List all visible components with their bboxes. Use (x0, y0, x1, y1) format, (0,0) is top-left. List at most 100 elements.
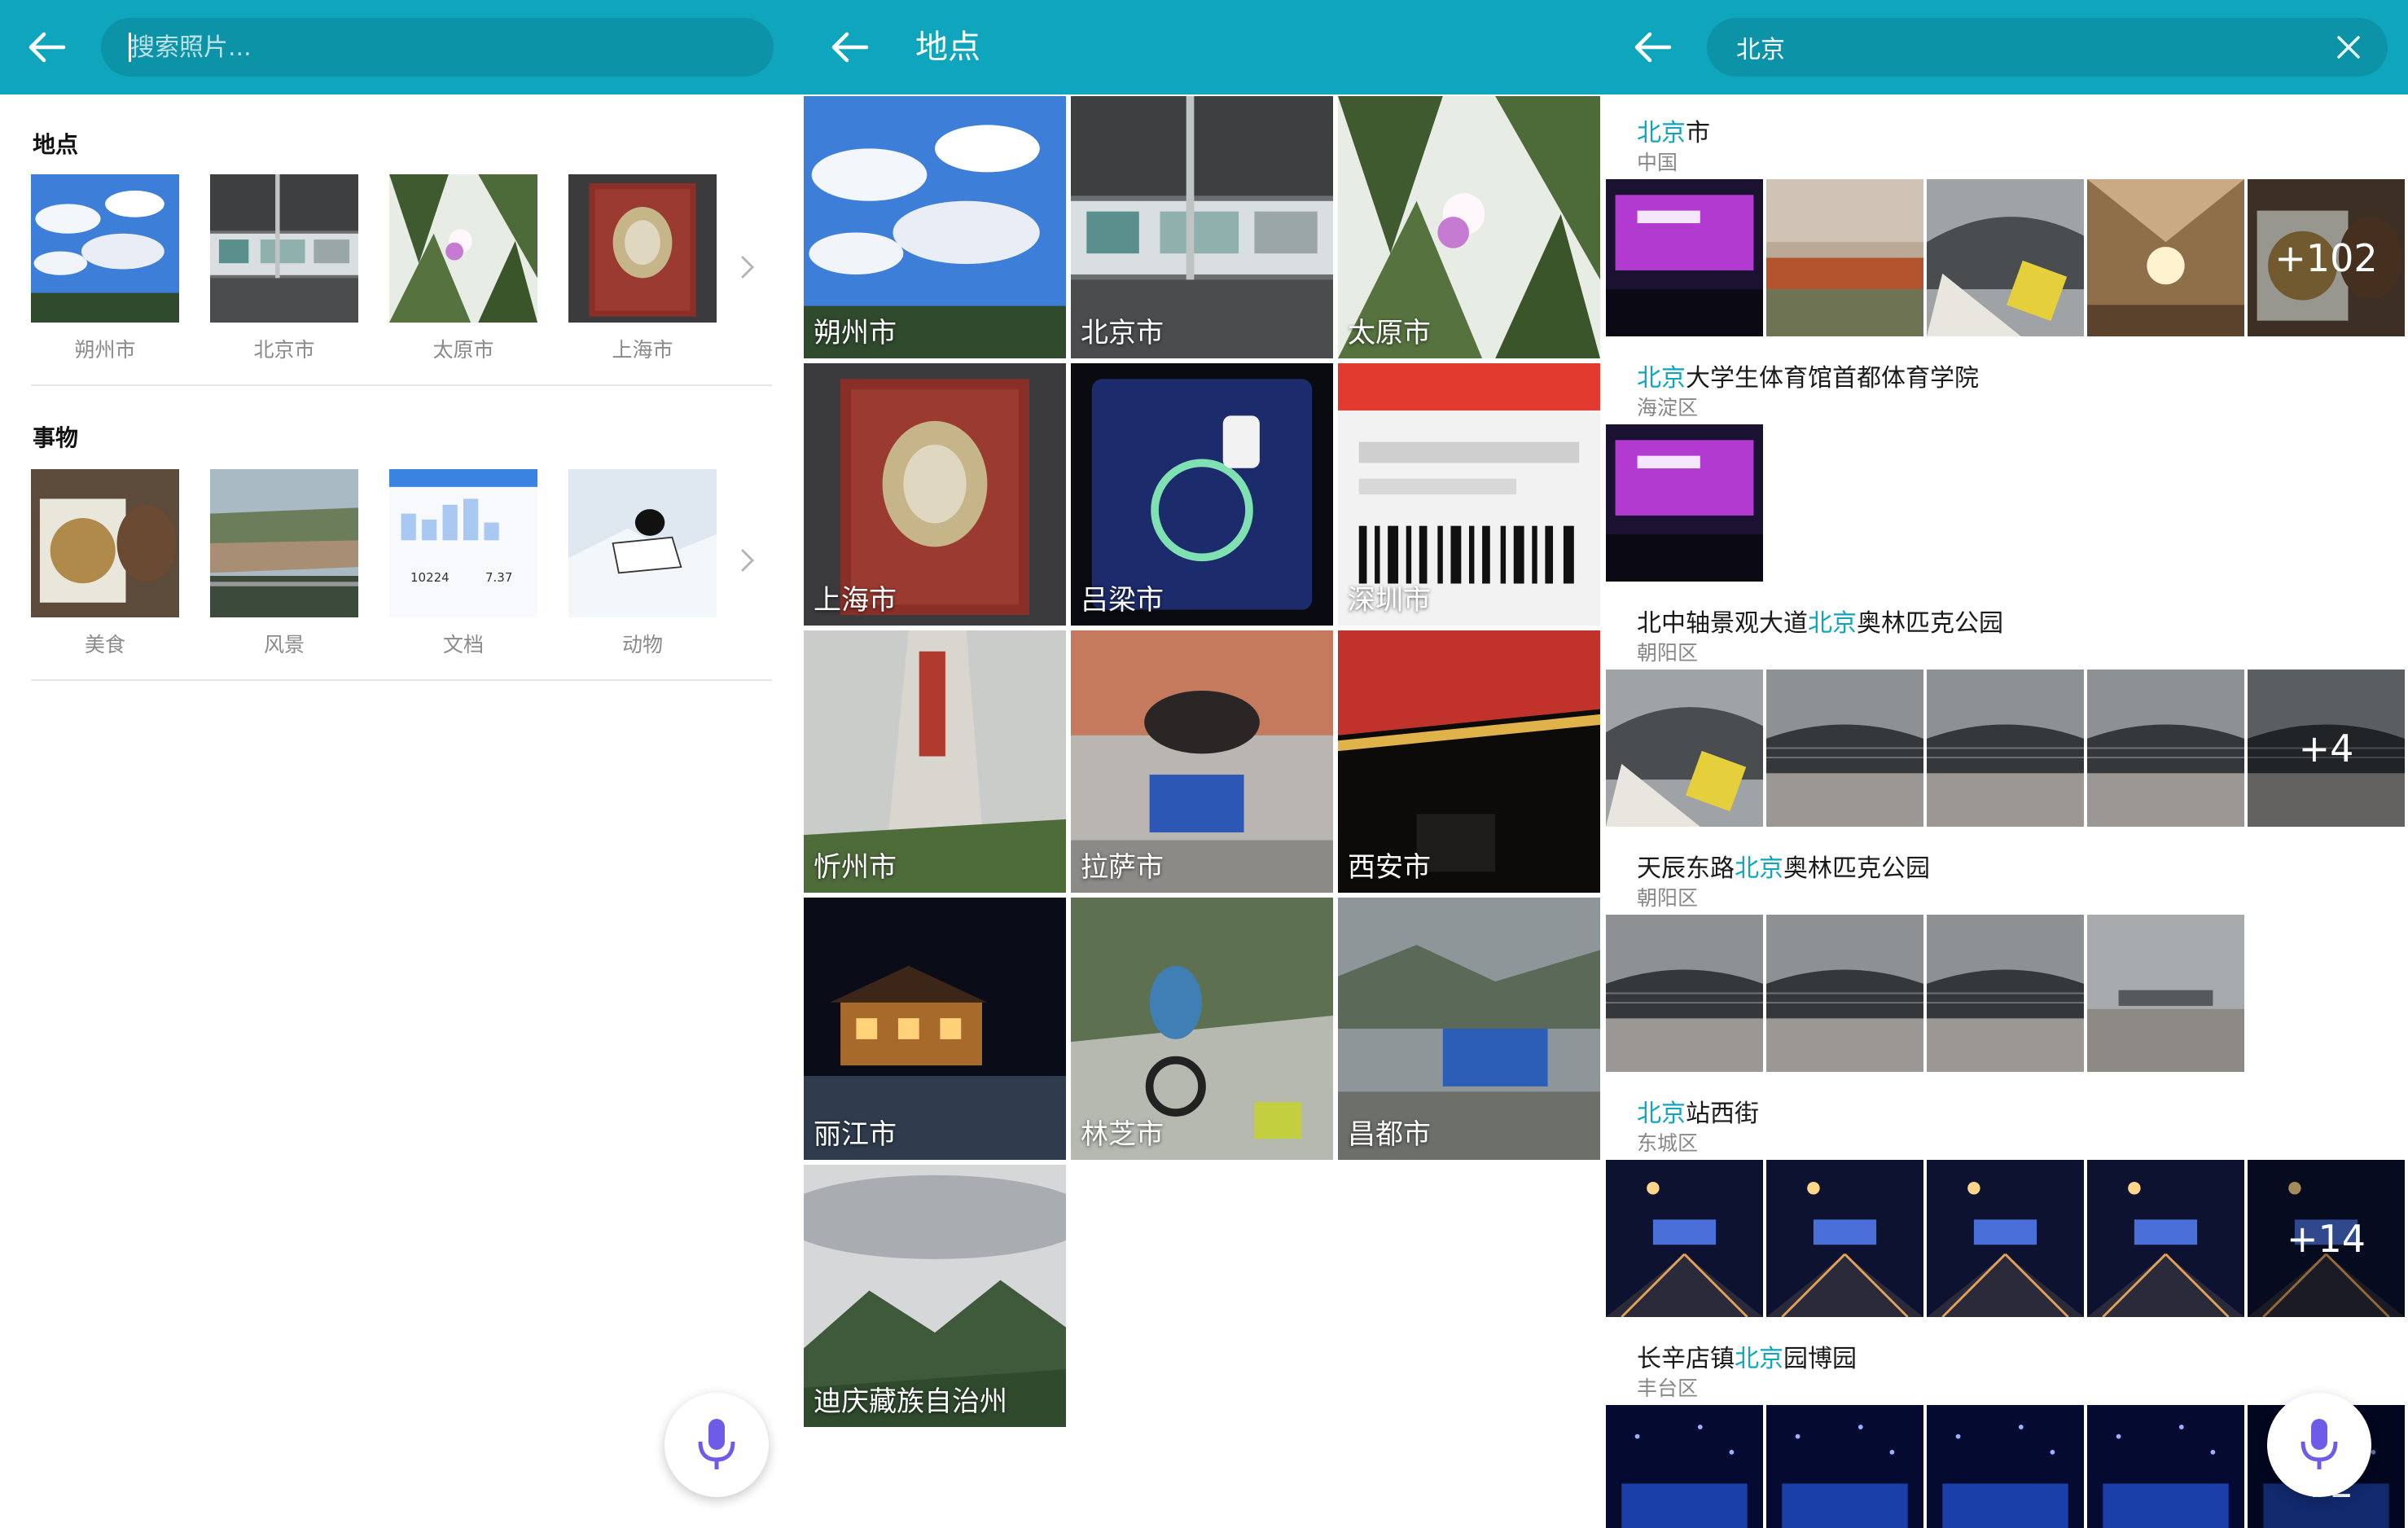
result-photo[interactable] (1927, 179, 2084, 336)
result-district: 朝阳区 (1637, 641, 1699, 665)
result-photo[interactable] (2087, 915, 2244, 1072)
thumb-card[interactable]: 美食 (31, 469, 179, 658)
place-tile[interactable]: 上海市 (804, 363, 1066, 626)
photo-thumbnail (2087, 1405, 2244, 1528)
result-photo[interactable] (1606, 670, 1763, 827)
result-photo[interactable] (1766, 915, 1923, 1072)
search-input[interactable] (1736, 18, 2322, 77)
result-photo[interactable] (1606, 1405, 1763, 1528)
title-text: 站西街 (1686, 1100, 1759, 1128)
voice-search-button[interactable] (2267, 1393, 2371, 1497)
result-group: 天辰东路北京奥林匹克公园 朝阳区 (1606, 848, 2408, 1093)
result-photo-row: +4 (1606, 670, 2405, 827)
result-photo[interactable] (1766, 1160, 1923, 1317)
places-panel: 地点 朔州市 北京市 太原市上海市 吕梁市 深圳市忻州市 拉萨市 西安市丽江市 林芝市 昌都市迪… (803, 0, 1606, 1528)
result-photo[interactable] (1927, 1160, 2084, 1317)
search-results-panel: 北京市中国+102北京大学生体育馆首都体育学院海淀区北中轴景观大道北京奥林匹克公… (1606, 0, 2408, 1528)
place-name: 林芝市 (1081, 1118, 1164, 1151)
place-tile[interactable]: 吕梁市 (1071, 363, 1333, 626)
back-button[interactable] (23, 23, 72, 72)
back-button[interactable] (1629, 23, 1678, 72)
clear-search-button[interactable] (2332, 31, 2365, 64)
result-photo[interactable] (1766, 179, 1923, 336)
result-photo[interactable] (1606, 424, 1763, 582)
result-photo[interactable] (1927, 1405, 2084, 1528)
result-photo[interactable] (1927, 670, 2084, 827)
places-toolbar: 地点 (803, 0, 1606, 94)
result-photo-row (1606, 424, 1763, 582)
place-tile[interactable]: 丽江市 (804, 898, 1066, 1160)
thumb-image (210, 174, 358, 323)
back-button[interactable] (826, 23, 875, 72)
result-location-title[interactable]: 北京市 (1637, 112, 1710, 148)
result-photo[interactable] (1606, 179, 1763, 336)
photo-thumbnail (1766, 1405, 1923, 1528)
result-photo[interactable] (1766, 1405, 1923, 1528)
result-photo[interactable] (2087, 1405, 2244, 1528)
doc-value: 7.37 (485, 570, 513, 585)
query-highlight: 北京 (1637, 1100, 1686, 1128)
query-highlight: 北京 (1808, 609, 1857, 638)
thumb-label: 上海市 (612, 338, 673, 362)
photo-thumbnail (1927, 915, 2084, 1072)
thumb-card[interactable]: 北京市 (210, 174, 358, 363)
thumb-card[interactable]: 动物 (568, 469, 717, 658)
photo-thumbnail (1606, 179, 1763, 336)
result-photo[interactable] (1766, 670, 1923, 827)
arrow-left-icon (29, 32, 66, 63)
things-more-button[interactable] (733, 546, 762, 575)
place-tile[interactable]: 深圳市 (1338, 363, 1600, 626)
photo-thumbnail (389, 174, 537, 323)
place-tile[interactable]: 太原市 (1338, 96, 1600, 358)
places-more-button[interactable] (733, 252, 762, 282)
search-field[interactable] (101, 18, 774, 77)
result-location-title[interactable]: 北京大学生体育馆首都体育学院 (1637, 358, 1979, 393)
result-photo[interactable] (1606, 915, 1763, 1072)
place-tile[interactable]: 北京市 (1071, 96, 1333, 358)
place-name: 丽江市 (814, 1118, 897, 1151)
search-input[interactable] (130, 18, 717, 77)
result-photo[interactable] (2087, 1160, 2244, 1317)
place-tile[interactable]: 西安市 (1338, 630, 1600, 893)
query-highlight: 北京 (1637, 364, 1686, 393)
result-photo[interactable]: +4 (2248, 670, 2405, 827)
place-tile[interactable]: 拉萨市 (1071, 630, 1333, 893)
voice-search-button[interactable] (665, 1393, 769, 1497)
place-tile[interactable]: 忻州市 (804, 630, 1066, 893)
photo-thumbnail (1927, 1160, 2084, 1317)
result-photo[interactable]: +102 (2248, 179, 2405, 336)
thumb-image: 10224 7.37 (389, 469, 537, 617)
photo-thumbnail (1927, 179, 2084, 336)
photo-thumbnail (2087, 670, 2244, 827)
result-photo[interactable] (2087, 670, 2244, 827)
thumb-image (568, 174, 717, 323)
result-photo[interactable]: +14 (2248, 1160, 2405, 1317)
photo-thumbnail (2087, 179, 2244, 336)
place-tile[interactable]: 迪庆藏族自治州 (804, 1165, 1066, 1427)
thumb-label: 风景 (263, 633, 305, 656)
result-photo[interactable] (1606, 1160, 1763, 1317)
thumb-card[interactable]: 上海市 (568, 174, 717, 363)
place-tile[interactable]: 朔州市 (804, 96, 1066, 358)
thumb-card[interactable]: 风景 (210, 469, 358, 658)
result-location-title[interactable]: 北京站西街 (1637, 1093, 1759, 1129)
result-photo[interactable] (2087, 179, 2244, 336)
result-location-title[interactable]: 天辰东路北京奥林匹克公园 (1637, 848, 1930, 884)
thumb-card[interactable]: 太原市 (389, 174, 537, 363)
result-photo[interactable] (1927, 915, 2084, 1072)
result-district: 丰台区 (1637, 1377, 1699, 1400)
result-location-title[interactable]: 长辛店镇北京园博园 (1637, 1338, 1857, 1374)
title-text: 市 (1686, 119, 1710, 147)
place-tile[interactable]: 昌都市 (1338, 898, 1600, 1160)
photo-thumbnail (1606, 424, 1763, 582)
thumb-label: 北京市 (253, 338, 315, 362)
thumb-card[interactable]: 10224 7.37 文档 (389, 469, 537, 658)
result-district: 朝阳区 (1637, 886, 1699, 910)
place-name: 昌都市 (1348, 1118, 1431, 1151)
result-location-title[interactable]: 北中轴景观大道北京奥林匹克公园 (1637, 603, 2003, 639)
thumb-card[interactable]: 朔州市 (31, 174, 179, 363)
search-field[interactable] (1707, 18, 2388, 77)
more-count-badge: +4 (2248, 670, 2405, 827)
result-photo-row (1606, 915, 2244, 1072)
place-tile[interactable]: 林芝市 (1071, 898, 1333, 1160)
